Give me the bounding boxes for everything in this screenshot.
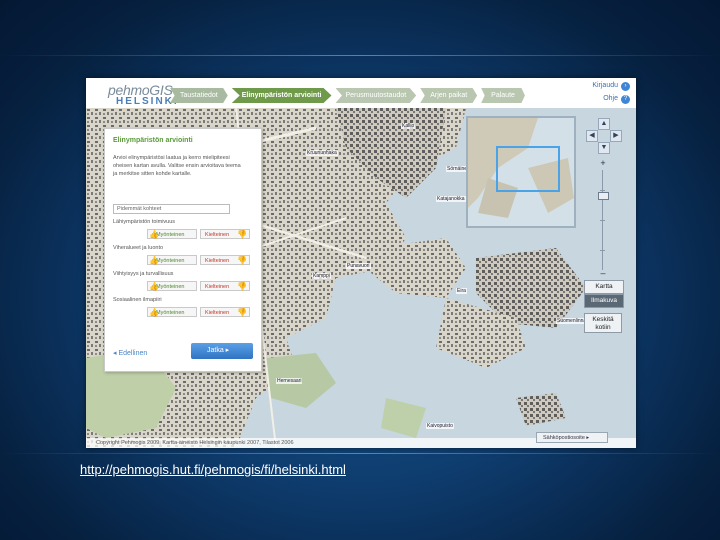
negative-label: Kielteinen <box>205 310 230 316</box>
thumbs-down-icon: 👎 <box>237 256 247 265</box>
positive-button[interactable]: 👍 Myönteinen <box>147 229 197 239</box>
tab-taustatiedot[interactable]: Taustatiedot <box>170 88 228 103</box>
pan-left-icon[interactable]: ◀ <box>586 130 598 142</box>
place-label: Katajanokka <box>436 196 466 202</box>
negative-button[interactable]: Kielteinen 👎 <box>200 229 250 239</box>
tab-elinymparisto[interactable]: Elinympäristön arviointi <box>231 88 332 103</box>
next-label: Jatka <box>207 347 224 354</box>
url-caption[interactable]: http://pehmogis.hut.fi/pehmogis/fi/helsi… <box>80 462 346 477</box>
nav-tabs: Taustatiedot Elinympäristön arviointi Pe… <box>170 88 525 104</box>
app-screenshot: pehmoGIS HELSINKI Taustatiedot Elinympär… <box>86 78 636 448</box>
negative-button[interactable]: Kielteinen 👎 <box>200 255 250 265</box>
login-link[interactable]: Kirjaudu <box>592 82 618 89</box>
theme-field[interactable]: Pidemmät kohteet <box>113 204 230 214</box>
positive-button[interactable]: 👍 Myönteinen <box>147 255 197 265</box>
negative-label: Kielteinen <box>205 284 230 290</box>
thumbs-down-icon: 👎 <box>237 308 247 317</box>
question-block: Lähiympäristön toimivuus 👍 Myönteinen Kie… <box>113 219 253 239</box>
help-link[interactable]: Ohje <box>603 95 618 102</box>
map-view-button[interactable]: Kartta <box>584 280 624 294</box>
thumbs-up-icon: 👍 <box>149 256 159 265</box>
email-button[interactable]: Sähköpostiosoite ▸ <box>536 432 608 443</box>
pan-down-icon[interactable]: ▼ <box>598 142 610 154</box>
positive-label: Myönteinen <box>156 232 185 238</box>
tab-perusmuutos[interactable]: Perusmuutostaudot <box>335 88 417 103</box>
panel-title: Elinympäristön arviointi <box>113 137 193 144</box>
pan-right-icon[interactable]: ▶ <box>610 130 622 142</box>
login-icon[interactable]: › <box>621 82 630 91</box>
decorative-line-top <box>0 55 720 56</box>
place-label: Kruununhaka <box>306 150 338 156</box>
back-label: Edellinen <box>118 350 148 357</box>
zoom-out-icon[interactable]: – <box>597 268 609 278</box>
thumbs-down-icon: 👎 <box>237 230 247 239</box>
question-block: Viihtyisyys ja turvallisuus 👍 Myönteinen … <box>113 271 253 291</box>
thumbs-up-icon: 👍 <box>149 282 159 291</box>
zoom-tick <box>600 220 605 221</box>
negative-label: Kielteinen <box>205 232 230 238</box>
place-label: Kamppi <box>312 273 331 279</box>
place-label: Hernesaari <box>276 378 303 384</box>
positive-button[interactable]: 👍 Myönteinen <box>147 281 197 291</box>
positive-label: Myönteinen <box>156 258 185 264</box>
zoom-in-icon[interactable]: + <box>597 158 609 168</box>
back-link[interactable]: ◂ Edellinen <box>113 349 147 357</box>
question-label: Viihtyisyys ja turvallisuus <box>113 271 174 277</box>
positive-label: Myönteinen <box>156 284 185 290</box>
panel-intro: Arvioi elinympäristösi laatua ja kerro m… <box>113 155 241 177</box>
question-block: Sosiaalinen ilmapiiri 👍 Myönteinen Kielte… <box>113 297 253 317</box>
question-label: Sosiaalinen ilmapiiri <box>113 297 162 303</box>
negative-button[interactable]: Kielteinen 👎 <box>200 281 250 291</box>
tab-arjen-paikat[interactable]: Arjen paikat <box>420 88 478 103</box>
question-block: Viheralueet ja luonto 👍 Myönteinen Kielte… <box>113 245 253 265</box>
pan-control: ▲ ◀ ▶ ▼ <box>586 118 622 154</box>
question-label: Viheralueet ja luonto <box>113 245 164 251</box>
positive-button[interactable]: 👍 Myönteinen <box>147 307 197 317</box>
positive-label: Myönteinen <box>156 310 185 316</box>
aerial-view-button[interactable]: Ilmakuva <box>584 294 624 308</box>
zoom-tick <box>600 190 605 191</box>
overview-map[interactable] <box>466 116 576 228</box>
thumbs-up-icon: 👍 <box>149 230 159 239</box>
question-label: Lähiympäristön toimivuus <box>113 219 176 225</box>
next-button[interactable]: Jatka ▸ <box>191 343 253 359</box>
place-label: Kaivopuisto <box>426 423 454 429</box>
tab-palaute[interactable]: Palaute <box>481 88 525 103</box>
app-header: pehmoGIS HELSINKI Taustatiedot Elinympär… <box>86 78 636 108</box>
help-icon[interactable]: ? <box>621 95 630 104</box>
place-label: Kallio <box>401 123 416 129</box>
decorative-line-bottom <box>0 453 720 454</box>
overview-viewport[interactable] <box>496 146 560 192</box>
reset-home-button[interactable]: Keskitä kotiin <box>584 313 622 333</box>
pan-up-icon[interactable]: ▲ <box>598 118 610 130</box>
zoom-slider-handle[interactable] <box>598 192 609 200</box>
place-label: Suomenlinna <box>556 318 588 324</box>
zoom-control: + – <box>597 158 609 280</box>
place-label: Punavuori <box>346 263 371 269</box>
negative-label: Kielteinen <box>205 258 230 264</box>
email-label: Sähköpostiosoite <box>543 435 585 441</box>
evaluation-panel: Elinympäristön arviointi Arvioi elinympä… <box>104 128 262 372</box>
negative-button[interactable]: Kielteinen 👎 <box>200 307 250 317</box>
place-label: Eira <box>456 288 467 294</box>
thumbs-down-icon: 👎 <box>237 282 247 291</box>
zoom-tick <box>600 250 605 251</box>
thumbs-up-icon: 👍 <box>149 308 159 317</box>
